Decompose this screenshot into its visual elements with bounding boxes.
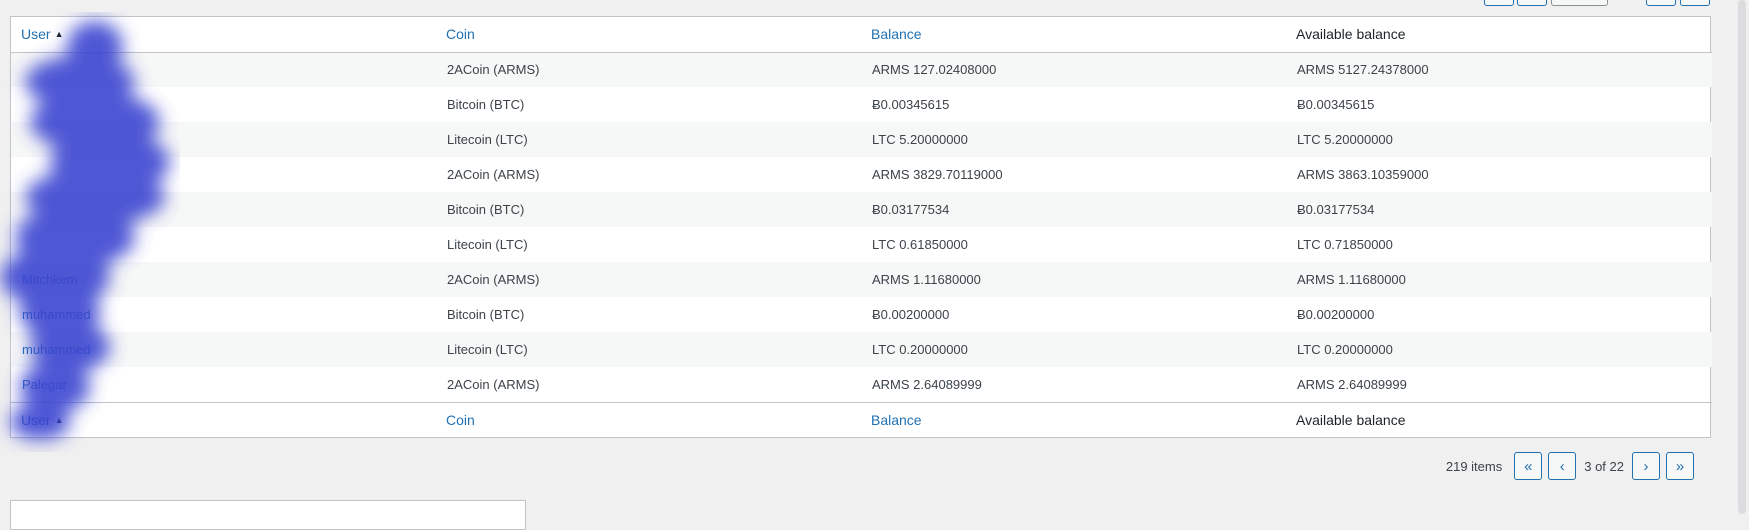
bottom-panel (10, 500, 526, 530)
table-row: Litecoin (LTC) LTC 0.61850000 LTC 0.7185… (11, 227, 1712, 262)
cell-user (11, 227, 436, 262)
cell-available: ARMS 1.11680000 (1286, 262, 1712, 297)
cell-balance: ARMS 1.11680000 (861, 262, 1286, 297)
cell-user: Mitchkem (11, 262, 436, 297)
cell-user: Palegar (11, 367, 436, 402)
table-row: 2ACoin (ARMS) ARMS 3829.70119000 ARMS 38… (11, 157, 1712, 192)
column-balance[interactable]: Balance (861, 17, 1286, 53)
cell-available: LTC 0.71850000 (1297, 237, 1393, 252)
cell-user (11, 52, 436, 87)
table-row: Bitcoin (BTC) Ƀ0.03177534 Ƀ0.03177534 (11, 192, 1712, 227)
cell-balance: Ƀ0.00200000 (872, 307, 950, 322)
prev-page-button[interactable]: ‹ (1548, 452, 1577, 480)
column-available-balance-label: Available balance (1296, 26, 1406, 43)
scrollbar-thumb[interactable] (1738, 0, 1746, 514)
cell-balance: ARMS 2.64089999 (872, 376, 982, 392)
cell-user: muhammed (11, 297, 436, 332)
column-user-link[interactable]: User (21, 26, 51, 42)
first-page-button[interactable]: « (1514, 452, 1543, 480)
cell-user (11, 122, 436, 157)
column-coin[interactable]: Coin (436, 17, 861, 53)
top-pagination (0, 0, 1749, 6)
cell-balance: ARMS 127.02408000 (861, 52, 1286, 87)
column-user[interactable]: User ▲ (11, 17, 436, 53)
cell-coin: Litecoin (LTC) (447, 237, 528, 252)
table-row: Litecoin (LTC) LTC 5.20000000 LTC 5.2000… (11, 122, 1712, 157)
user-link[interactable]: muhammed (22, 307, 91, 322)
cell-user (11, 192, 436, 227)
cell-coin: 2ACoin (ARMS) (447, 167, 540, 182)
column-balance[interactable]: Balance (861, 401, 1286, 437)
balances-table: User ▲ Coin Balance Available balance 2AC… (10, 16, 1712, 438)
cell-coin: Bitcoin (BTC) (447, 307, 525, 322)
column-balance-link[interactable]: Balance (871, 412, 922, 428)
cell-coin: Litecoin (LTC) (436, 122, 861, 157)
next-page-button[interactable]: › (1632, 452, 1660, 480)
last-page-button[interactable]: » (1666, 452, 1694, 480)
cell-available: LTC 5.20000000 (1286, 122, 1712, 157)
table-footer-row: User ▲ Coin Balance Available balance (11, 401, 1712, 437)
top-first-page-button[interactable] (1484, 0, 1514, 6)
top-next-page-button[interactable] (1646, 0, 1676, 6)
column-available-balance-label: Available balance (1296, 411, 1406, 428)
cell-coin: 2ACoin (ARMS) (436, 52, 861, 87)
column-user[interactable]: User ▲ (11, 401, 436, 437)
top-prev-page-button[interactable] (1517, 0, 1547, 6)
cell-coin: 2ACoin (ARMS) (436, 262, 861, 297)
cell-available: ARMS 3863.10359000 (1297, 167, 1429, 182)
cell-available: Ƀ0.00200000 (1297, 307, 1375, 322)
column-balance-link[interactable]: Balance (871, 26, 922, 42)
cell-coin: Bitcoin (BTC) (436, 192, 861, 227)
cell-user (11, 87, 436, 122)
cell-available: Ƀ0.03177534 (1286, 192, 1712, 227)
cell-available: ARMS 5127.24378000 (1286, 52, 1712, 87)
sort-asc-icon: ▲ (54, 29, 64, 40)
cell-balance: LTC 5.20000000 (861, 122, 1286, 157)
cell-available: ARMS 2.64089999 (1297, 376, 1407, 392)
sort-asc-icon: ▲ (54, 414, 64, 425)
table-row: muhammed Bitcoin (BTC) Ƀ0.00200000 Ƀ0.00… (11, 297, 1712, 332)
table-row: Mitchkem 2ACoin (ARMS) ARMS 1.11680000 A… (11, 262, 1712, 297)
cell-user: muhammed (11, 332, 436, 367)
cell-coin: 2ACoin (ARMS) (447, 376, 540, 392)
table-header-row: User ▲ Coin Balance Available balance (11, 17, 1712, 53)
table-row: Bitcoin (BTC) Ƀ0.00345615 Ƀ0.00345615 (11, 87, 1712, 122)
cell-balance: ARMS 3829.70119000 (872, 167, 1003, 182)
table-row: Palegar 2ACoin (ARMS) ARMS 2.64089999 AR… (11, 367, 1712, 402)
cell-balance: Ƀ0.00345615 (872, 97, 950, 112)
items-count: 219 items (1445, 458, 1503, 474)
table-row: muhammed Litecoin (LTC) LTC 0.20000000 L… (11, 332, 1712, 367)
cell-balance: LTC 0.61850000 (872, 237, 968, 252)
top-last-page-button[interactable] (1680, 0, 1710, 6)
table-row: 2ACoin (ARMS) ARMS 127.02408000 ARMS 512… (11, 52, 1712, 87)
top-current-page-input[interactable] (1551, 0, 1608, 6)
column-coin-link[interactable]: Coin (446, 412, 475, 428)
cell-balance: Ƀ0.03177534 (861, 192, 1286, 227)
column-coin[interactable]: Coin (436, 401, 861, 437)
cell-available: LTC 0.20000000 (1286, 332, 1712, 367)
page-position: 3 of 22 (1584, 458, 1624, 474)
user-link[interactable]: Palegar (22, 377, 67, 392)
cell-coin: Bitcoin (BTC) (447, 97, 525, 112)
column-user-link[interactable]: User (21, 412, 51, 428)
column-available-balance: Available balance (1286, 401, 1712, 437)
bottom-pagination: 219 items « ‹ 3 of 22 › » (1446, 451, 1694, 481)
cell-balance: LTC 0.20000000 (861, 332, 1286, 367)
user-link[interactable]: muhammed (22, 342, 91, 357)
cell-coin: Litecoin (LTC) (436, 332, 861, 367)
cell-user (11, 157, 436, 192)
user-link[interactable]: Mitchkem (22, 272, 78, 287)
column-coin-link[interactable]: Coin (446, 26, 475, 42)
column-available-balance: Available balance (1286, 17, 1712, 53)
cell-available: Ƀ0.00345615 (1297, 97, 1375, 112)
page-scrollbar[interactable] (1729, 0, 1749, 514)
